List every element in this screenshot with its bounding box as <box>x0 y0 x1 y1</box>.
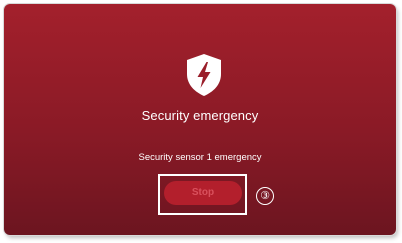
alert-title: Security emergency <box>141 108 259 123</box>
security-alert-screen: Security emergency Security sensor 1 eme… <box>4 4 396 235</box>
shield-lightning-icon <box>184 52 224 98</box>
alert-message: Security sensor 1 emergency <box>138 152 262 163</box>
stop-button[interactable]: Stop <box>164 181 242 205</box>
step-callout: ③ <box>256 187 274 205</box>
